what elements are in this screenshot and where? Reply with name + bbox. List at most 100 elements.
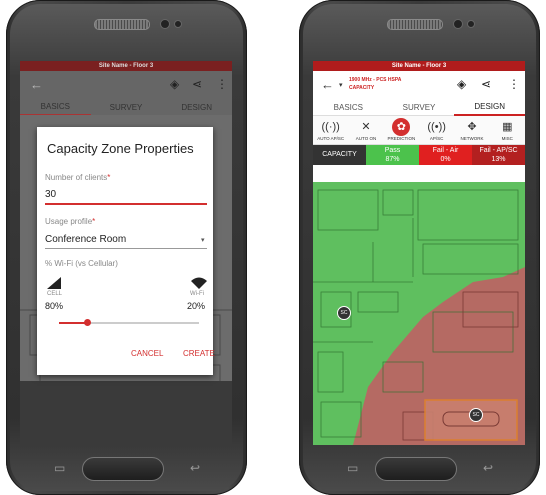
status-title: Site Name - Floor 3 bbox=[313, 61, 525, 71]
tool-misc[interactable]: ▦ MISC bbox=[490, 116, 525, 144]
network-icon: ✥ bbox=[467, 121, 477, 133]
sensor bbox=[467, 20, 475, 28]
home-button[interactable] bbox=[375, 457, 457, 481]
fail-ap-label: Fail - AP/SC bbox=[479, 147, 518, 154]
band-title[interactable]: 1900 MHz - PCS HSPA bbox=[349, 77, 401, 83]
bottom-overlay bbox=[20, 381, 232, 445]
tool-ap-sc[interactable]: ((•)) AP/SC bbox=[419, 116, 454, 144]
usage-label: Usage profile* bbox=[45, 217, 95, 226]
wifi-value: 20% bbox=[187, 301, 206, 311]
fail-air-cell: Fail - Air 0% bbox=[419, 145, 472, 165]
more-vert-icon[interactable]: ⋮ bbox=[508, 77, 520, 91]
back-arrow-icon[interactable]: ← bbox=[321, 77, 334, 92]
tab-basics[interactable]: BASICS bbox=[20, 100, 91, 116]
tool-label: MISC bbox=[501, 136, 513, 141]
wifi-slider[interactable] bbox=[59, 319, 199, 326]
cancel-button[interactable]: CANCEL bbox=[131, 349, 163, 358]
tool-network[interactable]: ✥ NETWORK bbox=[454, 116, 489, 144]
back-arrow-icon[interactable]: ← bbox=[30, 77, 43, 92]
capacity-bar: CAPACITY Pass 87% Fail - Air 0% Fail - AP/… bbox=[313, 145, 525, 165]
band-subtitle: CAPACITY bbox=[349, 85, 375, 91]
heatmap-floorplan[interactable]: SC SC bbox=[313, 182, 525, 445]
app-bar: ← ◈ ⋖ ⋮ bbox=[20, 71, 232, 101]
right-screen: Site Name - Floor 3 ← ▾ 1900 MHz - PCS H… bbox=[313, 61, 525, 445]
pass-label: Pass bbox=[384, 147, 401, 154]
fail-air-value: 0% bbox=[440, 156, 451, 163]
tab-bar: BASICS SURVEY DESIGN bbox=[313, 101, 525, 116]
grid-icon: ▦ bbox=[502, 121, 513, 133]
required-mark: * bbox=[107, 173, 111, 182]
hardware-buttons: ▭ ↩ bbox=[6, 449, 247, 485]
hardware-buttons: ▭ ↩ bbox=[299, 449, 540, 485]
back-icon[interactable]: ↩ bbox=[190, 462, 200, 474]
tab-survey[interactable]: SURVEY bbox=[91, 101, 162, 115]
cell-signal-icon bbox=[47, 277, 61, 289]
recent-apps-icon[interactable]: ▭ bbox=[347, 462, 358, 474]
required-mark: * bbox=[92, 217, 96, 226]
fail-air-label: Fail - Air bbox=[432, 147, 459, 154]
app-bar: ← ▾ 1900 MHz - PCS HSPA CAPACITY ◈ ⋖ ⋮ bbox=[313, 71, 525, 101]
left-screen: Site Name - Floor 3 ← ◈ ⋖ ⋮ BASICS SURVE… bbox=[20, 61, 232, 445]
usage-label-text: Usage profile bbox=[45, 217, 93, 226]
slider-fill bbox=[59, 322, 87, 324]
capacity-zone-dialog: Capacity Zone Properties Number of clien… bbox=[37, 127, 215, 375]
tool-label: AUTO AP/SC bbox=[317, 136, 345, 141]
speaker-grille bbox=[387, 19, 443, 30]
cell-label: CELL bbox=[47, 291, 63, 297]
recent-apps-icon[interactable]: ▭ bbox=[54, 462, 65, 474]
tab-basics[interactable]: BASICS bbox=[313, 101, 384, 115]
tab-survey[interactable]: SURVEY bbox=[384, 101, 455, 115]
sc-marker[interactable]: SC bbox=[337, 306, 351, 320]
back-icon[interactable]: ↩ bbox=[483, 462, 493, 474]
status-title: Site Name - Floor 3 bbox=[20, 61, 232, 71]
clients-input[interactable]: 30 bbox=[45, 189, 56, 200]
tool-auto-ap-sc[interactable]: ((·)) AUTO AP/SC bbox=[313, 116, 348, 144]
tool-label: AP/SC bbox=[429, 136, 444, 141]
design-toolbar: ((·)) AUTO AP/SC ✕ AUTO ON ✿ PREDICTION ((•… bbox=[313, 116, 525, 145]
prediction-icon: ✿ bbox=[392, 118, 411, 136]
layers-icon[interactable]: ◈ bbox=[457, 77, 466, 91]
clients-label: Number of clients* bbox=[45, 173, 110, 182]
clients-underline bbox=[45, 203, 207, 205]
dropdown-arrow-icon[interactable]: ▾ bbox=[201, 236, 205, 244]
layers-icon[interactable]: ◈ bbox=[170, 77, 179, 91]
clients-label-text: Number of clients bbox=[45, 173, 108, 182]
create-button[interactable]: CREATE bbox=[183, 349, 215, 358]
share-icon[interactable]: ⋖ bbox=[192, 77, 202, 91]
right-phone: Site Name - Floor 3 ← ▾ 1900 MHz - PCS H… bbox=[299, 0, 540, 495]
tab-bar: BASICS SURVEY DESIGN bbox=[20, 100, 232, 116]
capacity-label: CAPACITY bbox=[313, 145, 366, 165]
tool-prediction[interactable]: ✿ PREDICTION bbox=[384, 116, 419, 144]
home-button[interactable] bbox=[82, 457, 164, 481]
speaker-grille bbox=[94, 19, 150, 30]
slider-thumb[interactable] bbox=[84, 319, 91, 326]
usage-underline bbox=[45, 248, 207, 249]
left-phone: Site Name - Floor 3 ← ◈ ⋖ ⋮ BASICS SURVE… bbox=[6, 0, 247, 495]
pass-value: 87% bbox=[385, 156, 400, 163]
tool-auto-on[interactable]: ✕ AUTO ON bbox=[348, 116, 383, 144]
antenna-icon: ((·)) bbox=[321, 121, 340, 133]
wifi-icon bbox=[191, 277, 207, 289]
fail-ap-value: 13% bbox=[491, 156, 506, 163]
tool-label: AUTO ON bbox=[355, 136, 377, 141]
usage-select[interactable]: Conference Room bbox=[45, 234, 126, 245]
share-icon[interactable]: ⋖ bbox=[481, 77, 491, 91]
tool-label: NETWORK bbox=[460, 136, 484, 141]
wifi-side-label: Wi-Fi bbox=[190, 291, 204, 297]
wifi-percent-label: % Wi-Fi (vs Cellular) bbox=[45, 259, 118, 268]
cell-value: 80% bbox=[45, 301, 64, 311]
fail-ap-cell: Fail - AP/SC 13% bbox=[472, 145, 525, 165]
pass-cell: Pass 87% bbox=[366, 145, 419, 165]
more-vert-icon[interactable]: ⋮ bbox=[216, 77, 228, 91]
sc-marker[interactable]: SC bbox=[469, 408, 483, 422]
signal-icon: ((•)) bbox=[427, 121, 446, 133]
front-camera bbox=[160, 19, 170, 29]
dialog-title: Capacity Zone Properties bbox=[47, 141, 194, 156]
sensor bbox=[174, 20, 182, 28]
tab-design[interactable]: DESIGN bbox=[454, 100, 525, 116]
front-camera bbox=[453, 19, 463, 29]
tab-design[interactable]: DESIGN bbox=[161, 101, 232, 115]
band-dropdown-icon[interactable]: ▾ bbox=[339, 81, 343, 89]
tool-label: PREDICTION bbox=[387, 136, 416, 141]
auto-icon: ✕ bbox=[361, 121, 371, 133]
